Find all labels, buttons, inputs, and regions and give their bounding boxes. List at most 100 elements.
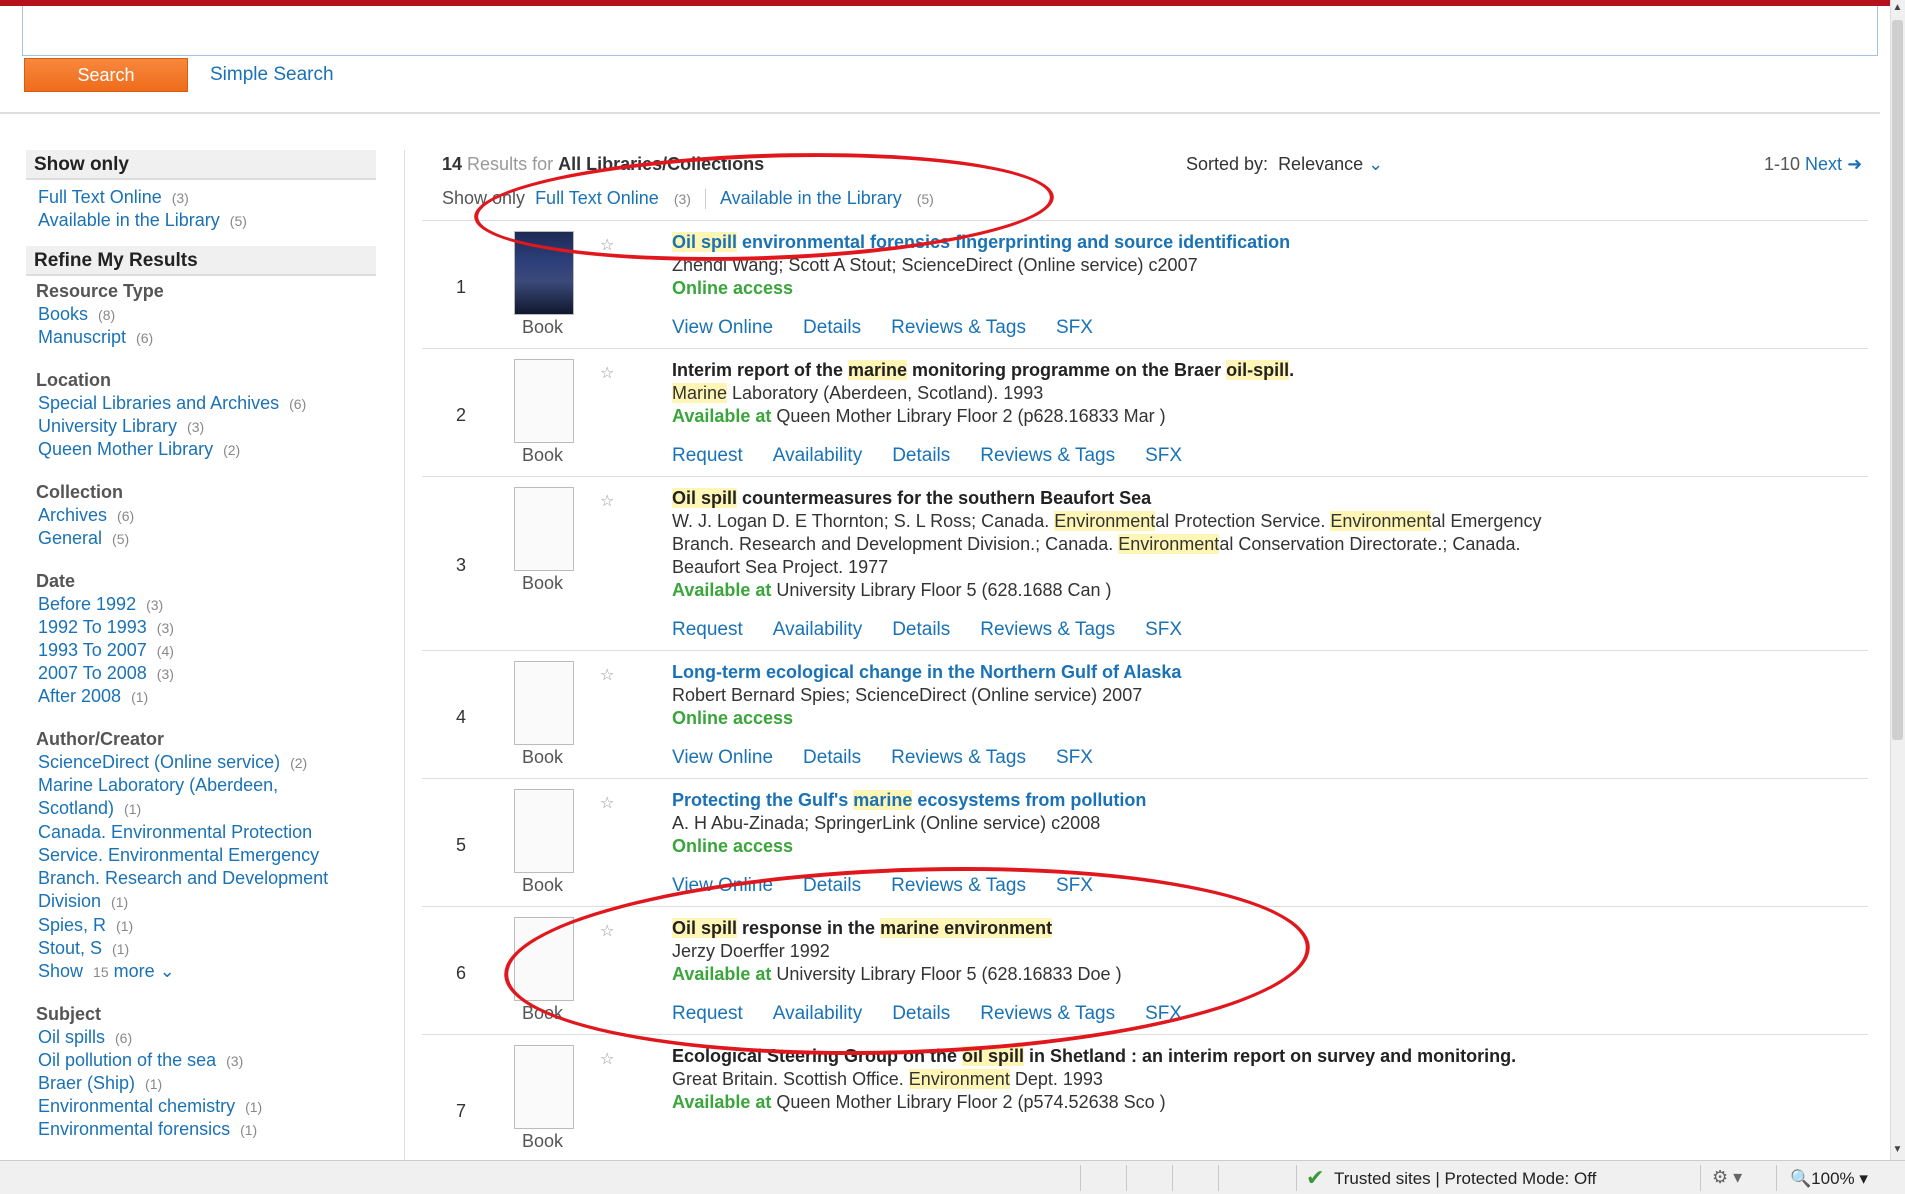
divider [0,112,1880,114]
availability-link[interactable]: Availability [773,445,862,466]
facet-item[interactable]: Oil pollution of the sea (3) [26,1049,376,1072]
record-authors: Great Britain. Scottish Office. Environm… [672,1069,1103,1089]
pager: 1-10 Next ➜ [1764,154,1863,174]
zoom-level[interactable]: 🔍100% ▾ [1790,1169,1868,1189]
facet-title: Author/Creator [36,729,165,749]
details-link[interactable]: Details [892,619,950,640]
facet-item[interactable]: Special Libraries and Archives (6) [26,392,376,415]
star-icon[interactable]: ☆ [600,491,614,511]
record-details: Oil spill countermeasures for the southe… [672,487,1572,602]
resource-type-label: Book [522,573,564,593]
reviews-tags-link[interactable]: Reviews & Tags [891,747,1026,768]
sfx-link[interactable]: SFX [1145,445,1182,466]
resource-type-label: Book [522,1131,564,1151]
scroll-down-icon[interactable]: ▼ [1891,1144,1904,1155]
record-number: 3 [456,555,467,575]
record-status: Available at [672,1092,772,1112]
reviews-tags-link[interactable]: Reviews & Tags [891,317,1026,338]
facet-item[interactable]: Before 1992 (3) [26,593,376,616]
record-number: 4 [456,707,467,727]
sfx-link[interactable]: SFX [1056,747,1093,768]
star-icon[interactable]: ☆ [600,793,614,813]
book-placeholder-icon[interactable] [514,1045,574,1129]
chevron-down-icon: ⌄ [1368,154,1384,174]
scrollbar-thumb[interactable] [1892,20,1903,740]
record-authors: Marine Laboratory (Aberdeen, Scotland). … [672,383,1044,403]
facet-title: Date [36,571,76,591]
record-details: Long-term ecological change in the North… [672,661,1852,730]
facet-item[interactable]: Marine Laboratory (Aberdeen, Scotland) (1… [26,774,346,821]
record-authors: W. J. Logan D. E Thornton; S. L Ross; Ca… [672,511,1542,577]
record-title[interactable]: Interim report of the marine monitoring … [672,359,1852,382]
facet-item[interactable]: Canada. Environmental Protection Service… [26,821,346,914]
show-only-available[interactable]: Available in the Library (5) [26,209,376,232]
reviews-tags-link[interactable]: Reviews & Tags [980,445,1115,466]
star-icon[interactable]: ☆ [600,363,614,383]
record-title[interactable]: Oil spill countermeasures for the southe… [672,487,1572,510]
record-actions: View Online Details Reviews & Tags SFX [672,317,1123,339]
facet-item[interactable]: Archives (6) [26,504,376,527]
show-more-authors[interactable]: Show 15 more ⌄ [26,960,376,983]
facet-item[interactable]: Braer (Ship) (1) [26,1072,376,1095]
security-zone: Trusted sites | Protected Mode: Off [1334,1169,1597,1188]
search-input[interactable] [22,6,1878,56]
facet-item[interactable]: Environmental chemistry (1) [26,1095,376,1118]
book-placeholder-icon[interactable] [514,789,574,873]
show-only-heading: Show only [26,150,376,180]
resource-type-label: Book [522,747,564,767]
record-number: 7 [456,1101,467,1121]
simple-search-link[interactable]: Simple Search [210,64,334,86]
record-number: 6 [456,963,467,983]
star-icon[interactable]: ☆ [600,1049,614,1069]
facet-item[interactable]: General (5) [26,527,376,550]
request-link[interactable]: Request [672,619,743,640]
record-details: Interim report of the marine monitoring … [672,359,1852,428]
record-actions: View Online Details Reviews & Tags SFX [672,747,1123,769]
facet-item[interactable]: After 2008 (1) [26,685,376,708]
record-location: Queen Mother Library Floor 2 (p628.16833… [776,406,1166,426]
next-page-link[interactable]: Next ➜ [1805,154,1862,174]
details-link[interactable]: Details [892,445,950,466]
view-online-link[interactable]: View Online [672,747,773,768]
sfx-link[interactable]: SFX [1056,317,1093,338]
book-placeholder-icon[interactable] [514,359,574,443]
record-number: 5 [456,835,467,855]
result-record: 4 Book ☆ Long-term ecological change in … [422,650,1868,778]
record-status: Available at [672,580,772,600]
facet-item[interactable]: Stout, S (1) [26,937,376,960]
facet-item[interactable]: ScienceDirect (Online service) (2) [26,751,376,774]
scroll-up-icon[interactable]: ▲ [1891,2,1904,13]
record-number: 1 [456,277,467,297]
facet-item[interactable]: 1992 To 1993 (3) [26,616,376,639]
facet-item[interactable]: Manuscript (6) [26,326,376,349]
view-online-link[interactable]: View Online [672,317,773,338]
request-link[interactable]: Request [672,445,743,466]
sfx-link[interactable]: SFX [1145,619,1182,640]
facet-item[interactable]: Queen Mother Library (2) [26,438,376,461]
facet-item[interactable]: University Library (3) [26,415,376,438]
sort-control[interactable]: Sorted by: Relevance ⌄ [1186,154,1383,175]
book-placeholder-icon[interactable] [514,661,574,745]
availability-link[interactable]: Availability [773,619,862,640]
facet-item[interactable]: Books (8) [26,303,376,326]
details-link[interactable]: Details [803,317,861,338]
facet-item[interactable]: 2007 To 2008 (3) [26,662,376,685]
record-title[interactable]: Protecting the Gulf's marine ecosystems … [672,789,1852,812]
facet-item[interactable]: Spies, R (1) [26,914,376,937]
record-actions: Request Availability Details Reviews & Tags… [672,445,1212,467]
reviews-tags-link[interactable]: Reviews & Tags [980,619,1115,640]
security-settings-icon[interactable]: ⚙ ▾ [1712,1167,1742,1188]
search-button[interactable]: Search [24,58,188,92]
record-details: Ecological Steering Group on the oil spi… [672,1045,1572,1114]
book-placeholder-icon[interactable] [514,487,574,571]
show-only-full-text[interactable]: Full Text Online (3) [26,186,376,209]
record-title[interactable]: Long-term ecological change in the North… [672,661,1852,684]
facet-item[interactable]: Oil spills (6) [26,1026,376,1049]
facet-item[interactable]: 1993 To 2007 (4) [26,639,376,662]
facet-item[interactable]: Environmental forensics (1) [26,1118,376,1141]
record-status: Online access [672,708,794,728]
star-icon[interactable]: ☆ [600,665,614,685]
record-status: Online access [672,836,794,856]
details-link[interactable]: Details [803,747,861,768]
result-record: 7 Book ☆ Ecological Steering Group on th… [422,1034,1868,1160]
